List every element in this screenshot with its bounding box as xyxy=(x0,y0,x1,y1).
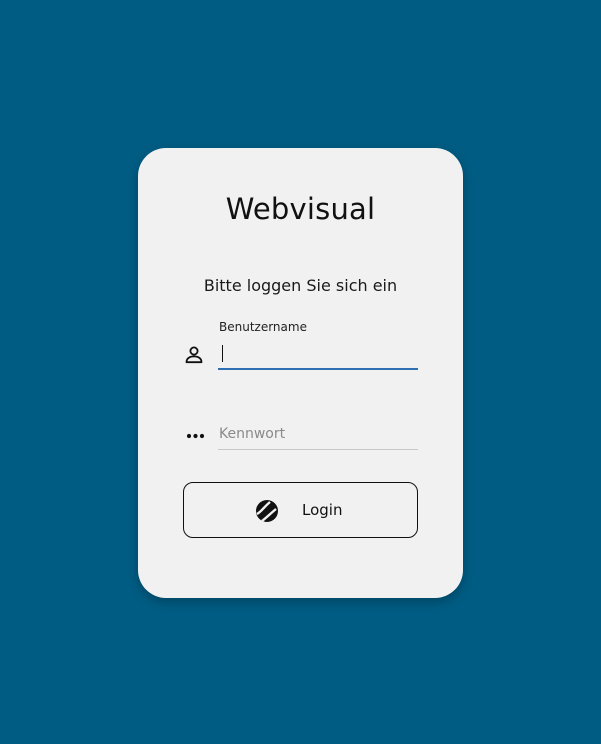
webvisual-logo-icon xyxy=(256,500,278,522)
password-dots-icon xyxy=(186,433,205,439)
username-input[interactable] xyxy=(218,338,418,370)
login-button-label: Login xyxy=(302,501,343,519)
user-icon xyxy=(185,346,203,364)
login-button[interactable]: Login xyxy=(183,482,418,538)
app-title: Webvisual xyxy=(225,192,376,226)
login-prompt: Bitte loggen Sie sich ein xyxy=(203,276,398,295)
text-cursor xyxy=(222,345,223,362)
username-label: Benutzername xyxy=(219,320,307,334)
login-card: Webvisual Bitte loggen Sie sich ein Benu… xyxy=(138,148,463,598)
password-input[interactable] xyxy=(218,418,418,450)
